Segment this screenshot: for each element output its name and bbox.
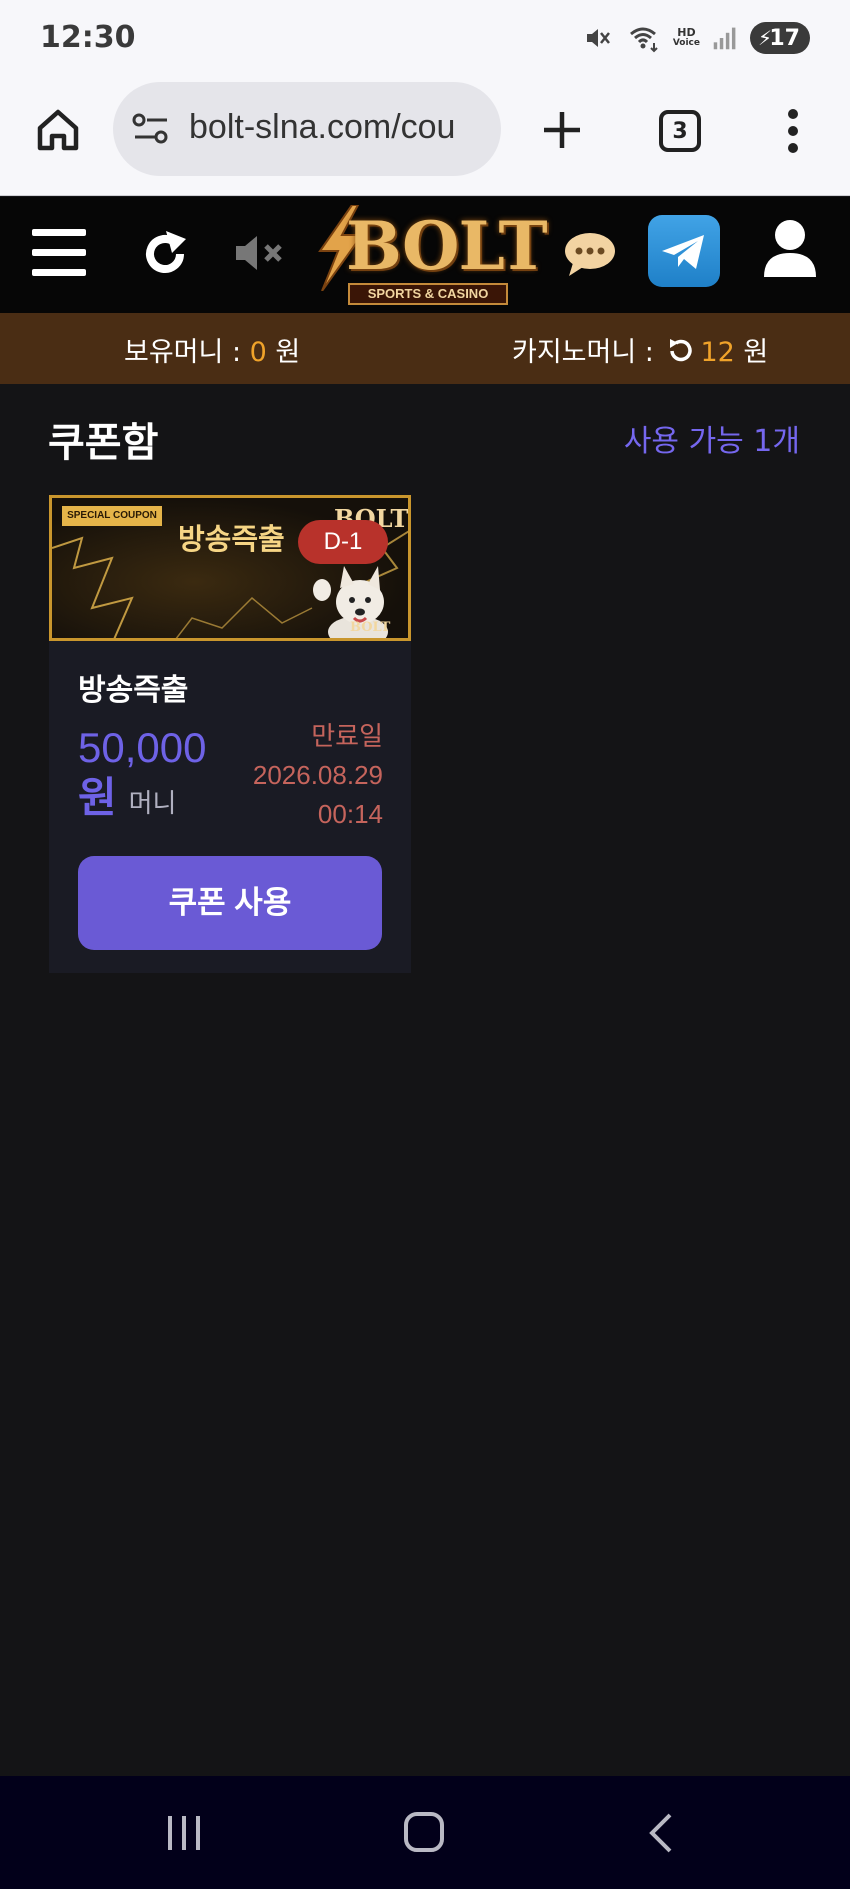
coupon-expiry: 만료일 2026.08.29 00:14 bbox=[253, 717, 383, 834]
browser-toolbar: bolt-slna.com/cou 3 bbox=[0, 78, 850, 196]
d-day-badge: D-1 bbox=[298, 520, 388, 564]
address-bar[interactable]: bolt-slna.com/cou bbox=[113, 82, 501, 176]
battery-level: 17 bbox=[769, 25, 800, 51]
url-text[interactable]: bolt-slna.com/cou bbox=[189, 108, 455, 147]
user-icon[interactable] bbox=[762, 219, 818, 279]
menu-icon[interactable] bbox=[32, 229, 86, 277]
new-tab-icon[interactable] bbox=[538, 106, 586, 154]
sound-off-icon[interactable] bbox=[234, 233, 286, 273]
holding-money: 보유머니 : 0 원 bbox=[124, 330, 300, 369]
casino-money-label: 카지노머니 : bbox=[512, 337, 654, 368]
use-coupon-button[interactable]: 쿠폰 사용 bbox=[78, 856, 382, 950]
site-logo[interactable]: BOLT SPORTS & CASINO bbox=[312, 205, 548, 309]
casino-money: 카지노머니 : 12 원 bbox=[512, 330, 768, 369]
site-header: BOLT SPORTS & CASINO bbox=[0, 197, 850, 313]
site-settings-icon[interactable] bbox=[131, 112, 171, 146]
refresh-icon[interactable] bbox=[140, 229, 190, 279]
page-title: 쿠폰함 bbox=[48, 420, 159, 466]
home-icon[interactable] bbox=[404, 1812, 444, 1852]
browser-menu-icon[interactable] bbox=[786, 108, 800, 154]
coupon-card: SPECIAL COUPON 방송즉출 BOLT D-1 BOLT 방송즉출 5… bbox=[49, 495, 411, 973]
coupon-name: 방송즉출 bbox=[78, 673, 189, 708]
voice-label: Voice bbox=[672, 38, 700, 48]
coupon-banner: SPECIAL COUPON 방송즉출 BOLT D-1 BOLT bbox=[49, 495, 411, 641]
hd-voice-icon: HD Voice bbox=[673, 27, 700, 49]
casino-money-value: 12 bbox=[700, 337, 735, 368]
logo-subtitle: SPORTS & CASINO bbox=[348, 283, 508, 305]
coupon-amount: 50,000 원 머니 bbox=[78, 723, 228, 829]
mute-icon bbox=[586, 29, 610, 47]
charging-bolt-icon: ⚡ bbox=[758, 26, 773, 50]
available-count: 사용 가능 1개 bbox=[623, 424, 800, 459]
casino-money-unit: 원 bbox=[734, 337, 769, 368]
holding-money-value: 0 bbox=[249, 337, 267, 368]
tab-switcher-button[interactable]: 3 bbox=[659, 110, 701, 152]
tab-count: 3 bbox=[672, 118, 688, 144]
system-nav-bar bbox=[0, 1776, 850, 1889]
holding-money-unit: 원 bbox=[266, 337, 301, 368]
banner-logo-small: BOLT bbox=[350, 620, 391, 635]
balance-bar: 보유머니 : 0 원 카지노머니 : 12 원 bbox=[0, 313, 850, 384]
special-coupon-tag: SPECIAL COUPON bbox=[62, 506, 162, 526]
coupon-amount-unit: 머니 bbox=[128, 789, 177, 819]
coupon-amount-value: 50,000 bbox=[78, 724, 207, 771]
expiry-date: 2026.08.29 bbox=[252, 760, 383, 790]
browser-home-icon[interactable] bbox=[34, 106, 82, 154]
chat-icon[interactable] bbox=[563, 231, 617, 277]
expiry-label: 만료일 bbox=[311, 721, 383, 751]
signal-icon bbox=[713, 27, 736, 50]
recent-apps-icon[interactable] bbox=[164, 1814, 204, 1852]
telegram-button[interactable] bbox=[648, 215, 720, 287]
casino-refresh-icon[interactable] bbox=[666, 337, 694, 365]
hd-label: HD bbox=[677, 26, 696, 39]
wifi-icon bbox=[629, 27, 658, 53]
expiry-time: 00:14 bbox=[317, 799, 383, 829]
status-time: 12:30 bbox=[40, 20, 136, 55]
back-icon[interactable] bbox=[646, 1812, 676, 1854]
status-icons: HD Voice ⚡ 17 bbox=[583, 22, 810, 54]
telegram-icon bbox=[662, 235, 704, 269]
coupon-amount-currency: 원 bbox=[78, 774, 117, 821]
status-bar: 12:30 HD Voice ⚡ 17 bbox=[0, 0, 850, 78]
logo-text: BOLT bbox=[346, 207, 548, 285]
battery-charging-icon: ⚡ 17 bbox=[750, 22, 810, 54]
holding-money-label: 보유머니 : bbox=[124, 337, 250, 368]
banner-title: 방송즉출 bbox=[178, 522, 285, 556]
